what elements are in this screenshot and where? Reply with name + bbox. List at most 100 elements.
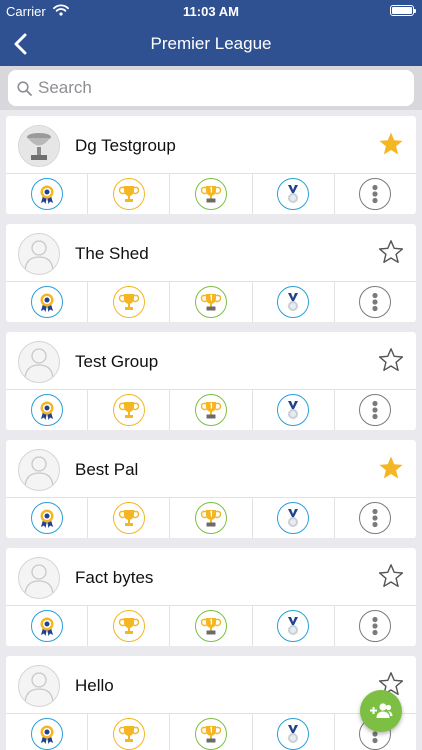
first-place-trophy-button[interactable] <box>170 390 253 430</box>
trophy-button[interactable] <box>88 174 171 214</box>
first-place-trophy-icon <box>195 718 227 750</box>
first-place-trophy-icon <box>195 286 227 318</box>
trophy-icon <box>112 610 145 642</box>
group-card[interactable]: Dg Testgroup <box>6 116 416 214</box>
medal-icon <box>277 286 310 318</box>
star-filled-icon[interactable] <box>378 455 404 481</box>
first-place-trophy-icon <box>195 394 227 426</box>
group-actions <box>6 713 416 750</box>
search-input[interactable] <box>38 72 398 104</box>
more-icon <box>359 610 392 642</box>
star-filled-icon[interactable] <box>378 131 404 157</box>
medal-icon <box>277 178 310 210</box>
search-bar <box>0 66 422 110</box>
first-place-trophy-button[interactable] <box>170 282 253 322</box>
star-outline-icon[interactable] <box>378 239 404 265</box>
trophy-button[interactable] <box>88 390 171 430</box>
rosette-badge-icon <box>30 610 63 642</box>
group-card[interactable]: The Shed <box>6 224 416 322</box>
rosette-badge-icon <box>30 178 63 210</box>
more-icon <box>359 502 392 534</box>
trophy-button[interactable] <box>88 606 171 646</box>
group-avatar <box>18 665 60 707</box>
group-avatar <box>18 233 60 275</box>
trophy-icon <box>112 394 145 426</box>
first-place-trophy-button[interactable] <box>170 606 253 646</box>
rosette-badge-button[interactable] <box>6 714 89 750</box>
rosette-badge-button[interactable] <box>6 174 89 214</box>
group-header[interactable]: Best Pal <box>6 440 416 498</box>
search-icon <box>17 81 32 96</box>
group-card[interactable]: Hello <box>6 656 416 750</box>
more-button[interactable] <box>335 174 416 214</box>
medal-button[interactable] <box>253 282 335 322</box>
group-actions <box>6 173 416 214</box>
page-title: Premier League <box>150 34 272 53</box>
battery-icon <box>390 5 416 16</box>
more-button[interactable] <box>335 282 416 322</box>
nav-bar: Carrier 11:03 AM Premier League <box>0 0 422 66</box>
rosette-badge-icon <box>30 502 63 534</box>
group-name: Test Group <box>75 352 159 371</box>
medal-button[interactable] <box>253 714 335 750</box>
group-card[interactable]: Test Group <box>6 332 416 430</box>
group-header[interactable]: Dg Testgroup <box>6 116 416 174</box>
first-place-trophy-icon <box>195 610 227 642</box>
first-place-trophy-button[interactable] <box>170 714 253 750</box>
group-name: Best Pal <box>75 460 139 479</box>
trophy-icon <box>112 718 145 750</box>
more-button[interactable] <box>335 390 416 430</box>
medal-icon <box>277 610 310 642</box>
add-group-icon <box>370 703 393 718</box>
medal-button[interactable] <box>253 498 335 538</box>
group-header[interactable]: Hello <box>6 656 416 714</box>
medal-icon <box>277 394 310 426</box>
group-header[interactable]: Test Group <box>6 332 416 390</box>
star-outline-icon[interactable] <box>378 563 404 589</box>
trophy-icon <box>112 502 145 534</box>
rosette-badge-button[interactable] <box>6 282 89 322</box>
add-group-button[interactable] <box>360 690 402 732</box>
group-actions <box>6 497 416 538</box>
group-header[interactable]: The Shed <box>6 224 416 282</box>
group-name: Fact bytes <box>75 568 154 587</box>
rosette-badge-icon <box>30 286 63 318</box>
group-avatar <box>18 125 60 167</box>
more-icon <box>359 394 392 426</box>
group-card[interactable]: Fact bytes <box>6 548 416 646</box>
group-avatar <box>18 449 60 491</box>
first-place-trophy-button[interactable] <box>170 174 253 214</box>
rosette-badge-button[interactable] <box>6 606 89 646</box>
search-box <box>8 70 414 106</box>
trophy-button[interactable] <box>88 714 171 750</box>
trophy-button[interactable] <box>88 498 171 538</box>
rosette-badge-icon <box>30 394 63 426</box>
status-bar: Carrier 11:03 AM <box>0 0 422 22</box>
medal-button[interactable] <box>253 606 335 646</box>
rosette-badge-button[interactable] <box>6 390 89 430</box>
more-button[interactable] <box>335 606 416 646</box>
first-place-trophy-icon <box>195 502 227 534</box>
group-actions <box>6 281 416 322</box>
first-place-trophy-button[interactable] <box>170 498 253 538</box>
more-button[interactable] <box>335 498 416 538</box>
group-actions <box>6 605 416 646</box>
group-card[interactable]: Best Pal <box>6 440 416 538</box>
group-name: Dg Testgroup <box>75 136 176 155</box>
rosette-badge-button[interactable] <box>6 498 89 538</box>
trophy-icon <box>112 286 145 318</box>
group-avatar <box>18 341 60 383</box>
more-icon <box>359 178 392 210</box>
star-outline-icon[interactable] <box>378 347 404 373</box>
group-name: The Shed <box>75 244 149 263</box>
medal-button[interactable] <box>253 174 335 214</box>
first-place-trophy-icon <box>195 178 227 210</box>
group-name: Hello <box>75 676 114 695</box>
more-icon <box>359 286 392 318</box>
group-header[interactable]: Fact bytes <box>6 548 416 606</box>
trophy-button[interactable] <box>88 282 171 322</box>
medal-icon <box>277 502 310 534</box>
rosette-badge-icon <box>30 718 63 750</box>
group-actions <box>6 389 416 430</box>
medal-button[interactable] <box>253 390 335 430</box>
